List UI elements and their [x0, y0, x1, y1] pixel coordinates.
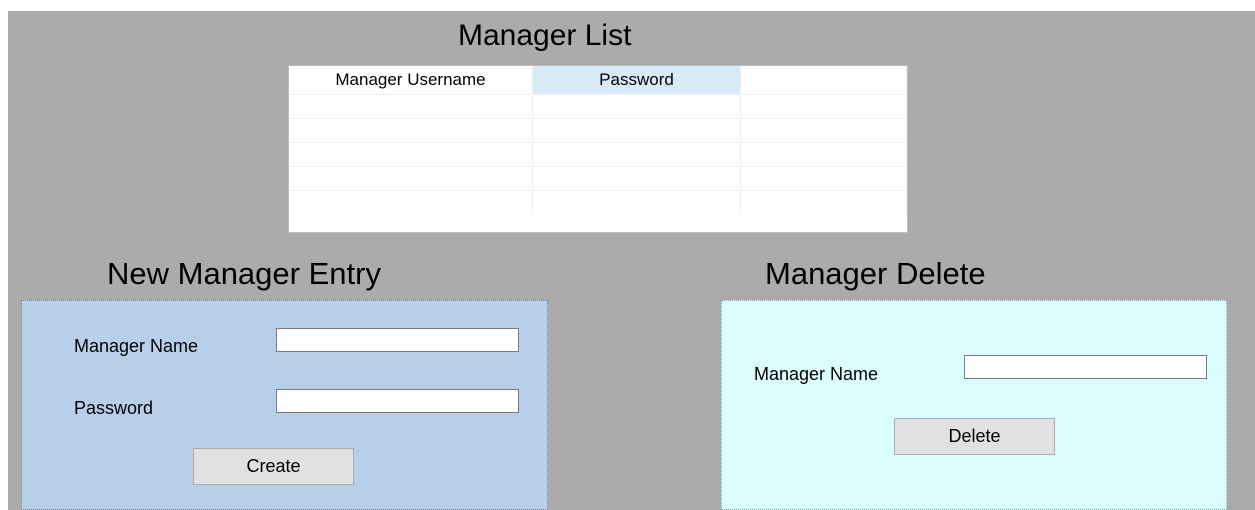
table-cell[interactable]: [289, 191, 533, 214]
new-manager-entry-title: New Manager Entry: [107, 256, 381, 291]
manager-name-input[interactable]: [276, 328, 519, 352]
manager-name-label: Manager Name: [74, 336, 199, 356]
password-label: Password: [74, 398, 154, 418]
table-row[interactable]: [289, 166, 907, 190]
manager-delete-title: Manager Delete: [765, 256, 986, 291]
table-cell: [741, 95, 907, 118]
manager-list-grid[interactable]: Manager Username Password: [288, 65, 908, 233]
column-header-manager-username[interactable]: Manager Username: [289, 66, 533, 94]
table-cell: [741, 143, 907, 166]
manager-delete-panel: Manager Name Delete: [721, 300, 1227, 510]
table-cell[interactable]: [289, 143, 533, 166]
table-cell[interactable]: [289, 167, 533, 190]
table-row[interactable]: [289, 190, 907, 214]
table-cell[interactable]: [533, 143, 741, 166]
table-cell: [741, 191, 907, 214]
delete-manager-name-input[interactable]: [964, 355, 1207, 379]
password-input[interactable]: [276, 389, 519, 413]
delete-button[interactable]: Delete: [894, 418, 1055, 455]
delete-manager-name-label: Manager Name: [754, 364, 879, 384]
table-cell[interactable]: [533, 167, 741, 190]
column-header-password[interactable]: Password: [533, 66, 741, 94]
table-row[interactable]: [289, 142, 907, 166]
table-cell[interactable]: [533, 119, 741, 142]
table-row[interactable]: [289, 118, 907, 142]
table-row[interactable]: [289, 94, 907, 118]
grid-header-row: Manager Username Password: [289, 66, 907, 94]
create-button[interactable]: Create: [193, 448, 354, 485]
table-cell[interactable]: [289, 119, 533, 142]
table-cell: [741, 167, 907, 190]
table-cell[interactable]: [533, 191, 741, 214]
new-manager-entry-panel: Manager Name Password Create: [21, 300, 548, 510]
table-cell[interactable]: [533, 95, 741, 118]
table-cell: [741, 119, 907, 142]
manager-list-title: Manager List: [458, 19, 632, 52]
table-cell[interactable]: [289, 95, 533, 118]
column-header-empty: [741, 66, 907, 94]
